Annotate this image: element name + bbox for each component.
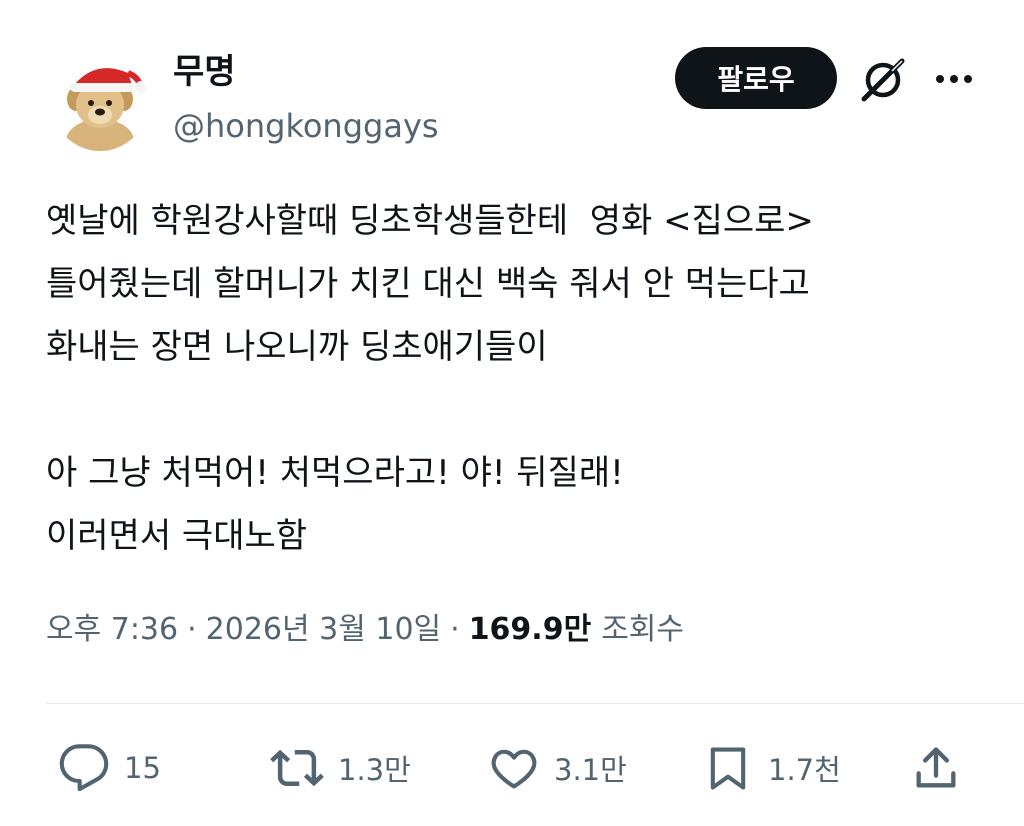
tweet-line: 틀어줬는데 할머니가 치킨 대신 백숙 줘서 안 먹는다고 (46, 264, 810, 304)
separator: · (450, 612, 460, 647)
tweet-card: 무명 @hongkonggays 팔로우 옛날에 학원강사할때 딩초학생들한테 … (0, 0, 1024, 826)
views-count[interactable]: 169.9만 (469, 608, 592, 652)
display-name[interactable]: 무명 (173, 50, 236, 94)
heart-icon (491, 749, 537, 789)
follow-button[interactable]: 팔로우 (675, 47, 837, 109)
separator: · (187, 612, 197, 647)
tweet-line: 화내는 장면 나오니까 딩초애기들이 (46, 327, 548, 367)
divider (46, 703, 1024, 704)
tweet-line: 옛날에 학원강사할때 딩초학생들한테 영화 <집으로> (46, 201, 814, 241)
bookmark-icon (710, 747, 746, 790)
reply-count: 15 (124, 751, 161, 785)
bookmark-button[interactable]: 1.7천 (702, 741, 841, 795)
tweet-line: 이러면서 극대노함 (46, 516, 308, 556)
tweet-meta: 오후 7:36 · 2026년 3월 10일 · 169.9만 조회수 (46, 608, 684, 652)
retweet-button[interactable]: 1.3만 (270, 741, 411, 795)
more-dots-icon (936, 75, 972, 83)
grok-button[interactable] (858, 55, 908, 105)
user-handle[interactable]: @hongkonggays (173, 104, 439, 148)
reply-button[interactable]: 15 (58, 741, 161, 795)
tweet-text: 옛날에 학원강사할때 딩초학생들한테 영화 <집으로> 틀어줬는데 할머니가 치… (46, 190, 1006, 568)
tweet-date[interactable]: 2026년 3월 10일 (206, 608, 441, 652)
tweet-line: 아 그냥 처먹어! 처먹으라고! 야! 뒤질래! (46, 453, 624, 493)
slashed-circle-icon (861, 58, 905, 102)
like-button[interactable]: 3.1만 (488, 741, 627, 795)
tweet-time[interactable]: 오후 7:36 (46, 608, 178, 652)
more-options-button[interactable] (932, 64, 976, 94)
share-icon (916, 747, 956, 788)
like-count: 3.1만 (554, 753, 627, 787)
retweet-count: 1.3만 (338, 753, 411, 787)
views-label: 조회수 (601, 612, 684, 647)
bookmark-count: 1.7천 (768, 753, 841, 787)
reply-icon (59, 744, 109, 792)
retweet-icon (270, 749, 324, 787)
dog-with-santa-hat-avatar-icon (52, 55, 148, 151)
share-button[interactable] (910, 741, 962, 795)
avatar[interactable] (52, 55, 148, 151)
